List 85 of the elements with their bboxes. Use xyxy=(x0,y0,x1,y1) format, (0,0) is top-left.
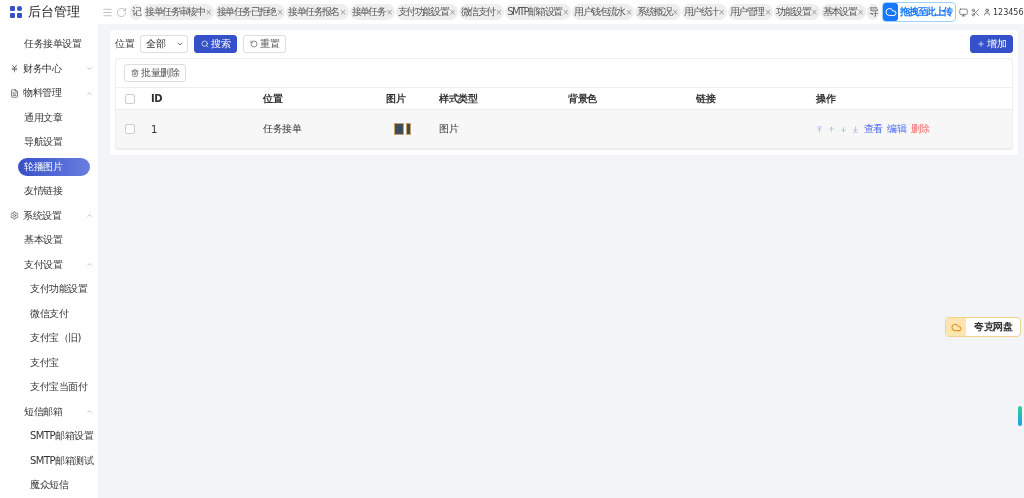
action-link[interactable]: 查看 xyxy=(864,122,883,136)
sidebar-item[interactable]: 魔众短信 xyxy=(0,473,98,498)
sidebar-item[interactable]: 基本设置 xyxy=(0,228,98,253)
tab[interactable]: 用户管理× xyxy=(728,4,774,20)
move-arrow-icon[interactable] xyxy=(852,125,859,133)
search-button[interactable]: 搜索 xyxy=(194,35,237,53)
column-header: 背景色 xyxy=(567,91,598,106)
cloud-drive-button[interactable]: 夸克网盘 xyxy=(945,317,1021,337)
tab[interactable]: 导 xyxy=(867,4,880,20)
table-cell-text: 任务接单 xyxy=(262,122,303,136)
tab[interactable]: 支付功能设置× xyxy=(395,4,458,20)
sidebar-item[interactable]: 轮播图片 xyxy=(18,157,90,176)
column-header: ID xyxy=(150,93,164,104)
move-arrow-icon[interactable] xyxy=(816,125,823,133)
reset-button[interactable]: 重置 xyxy=(243,35,286,53)
cloud-icon xyxy=(950,321,962,333)
tab[interactable]: 记 xyxy=(130,4,143,20)
tab[interactable]: 微信支付× xyxy=(458,4,505,20)
sidebar-item[interactable]: 支付宝 xyxy=(0,350,98,375)
column-header: 图片 xyxy=(385,91,407,106)
sidebar-item[interactable]: 支付宝当面付 xyxy=(0,375,98,400)
tab[interactable]: SMTP邮箱设置× xyxy=(505,4,572,20)
menu-icon[interactable] xyxy=(102,6,113,18)
position-select[interactable]: 全部 xyxy=(140,35,188,53)
scrollbar xyxy=(1018,406,1022,426)
caret-icon xyxy=(86,65,93,73)
move-arrow-icon[interactable] xyxy=(840,125,847,133)
sidebar-group[interactable]: 短信邮箱 xyxy=(0,399,98,424)
group-icon xyxy=(10,64,19,74)
column-header: 链接 xyxy=(695,91,717,106)
tab[interactable]: 用户钱包流水× xyxy=(572,4,635,20)
sidebar-group[interactable]: 支付设置 xyxy=(0,252,98,277)
tab[interactable]: 基本设置× xyxy=(820,4,866,20)
plus-icon xyxy=(977,40,985,48)
column-header: 操作 xyxy=(815,91,837,106)
search-icon xyxy=(201,40,209,48)
caret-icon xyxy=(86,408,93,416)
user-icon xyxy=(983,8,991,16)
action-link[interactable]: 编辑 xyxy=(887,122,906,136)
checkbox[interactable] xyxy=(125,93,135,104)
checkbox[interactable] xyxy=(125,124,135,134)
caret-icon xyxy=(86,261,93,269)
caret-icon xyxy=(176,40,184,48)
tab[interactable]: 接单任务已拒绝× xyxy=(214,4,286,20)
move-arrow-icon[interactable] xyxy=(828,125,835,133)
group-icon xyxy=(10,88,19,98)
sidebar-item[interactable]: 通用文章 xyxy=(0,105,98,130)
photo-placeholder xyxy=(406,123,411,135)
column-header: 位置 xyxy=(262,91,284,106)
table-cell-text: 1 xyxy=(150,123,158,135)
table-cell-text: 图片 xyxy=(438,122,460,136)
trash-icon xyxy=(131,69,139,77)
sidebar-group[interactable]: 系统设置 xyxy=(0,203,98,228)
tab[interactable]: 接单任务报名× xyxy=(286,4,349,20)
add-button[interactable]: 增加 xyxy=(970,35,1013,53)
sidebar-item[interactable]: 支付功能设置 xyxy=(0,277,98,302)
sidebar-item[interactable]: SMTP邮箱测试 xyxy=(0,448,98,473)
tab[interactable]: 接单任务× xyxy=(349,4,395,20)
sidebar-item[interactable]: 友情链接 xyxy=(0,179,98,204)
sidebar-item[interactable]: SMTP邮箱设置 xyxy=(0,424,98,449)
refresh-icon[interactable] xyxy=(116,6,127,18)
tab[interactable]: 功能设置× xyxy=(774,4,820,20)
tab[interactable]: 系统概况× xyxy=(635,4,681,20)
batch-delete-button[interactable]: 批量删除 xyxy=(124,64,186,82)
sidebar-group[interactable]: 财务中心 xyxy=(0,56,98,81)
monitor-icon[interactable] xyxy=(959,7,968,17)
app-title: 后台管理 xyxy=(28,3,80,21)
photo-placeholder xyxy=(394,123,404,135)
column-header: 样式类型 xyxy=(438,91,479,106)
tab[interactable]: 接单任务审核中× xyxy=(143,4,214,20)
sidebar-item[interactable]: 支付宝（旧) xyxy=(0,326,98,351)
tab[interactable]: 用户统计× xyxy=(681,4,728,20)
filter-label: 位置 xyxy=(115,37,134,51)
sidebar-item[interactable]: 导航设置 xyxy=(0,130,98,155)
sidebar-item[interactable]: 任务接单设置 xyxy=(0,32,98,57)
sidebar-group[interactable]: 物料管理 xyxy=(0,81,98,106)
user-name[interactable]: 123456 xyxy=(983,7,1024,17)
logo-icon xyxy=(10,6,22,18)
group-icon xyxy=(10,211,19,221)
reset-icon xyxy=(250,40,258,48)
sidebar-item[interactable]: 微信支付 xyxy=(0,301,98,326)
cloud-icon xyxy=(884,6,897,18)
upload-drop-button[interactable]: 拖拽至此上传 xyxy=(882,2,956,22)
caret-icon xyxy=(86,212,93,220)
caret-icon xyxy=(86,89,93,97)
